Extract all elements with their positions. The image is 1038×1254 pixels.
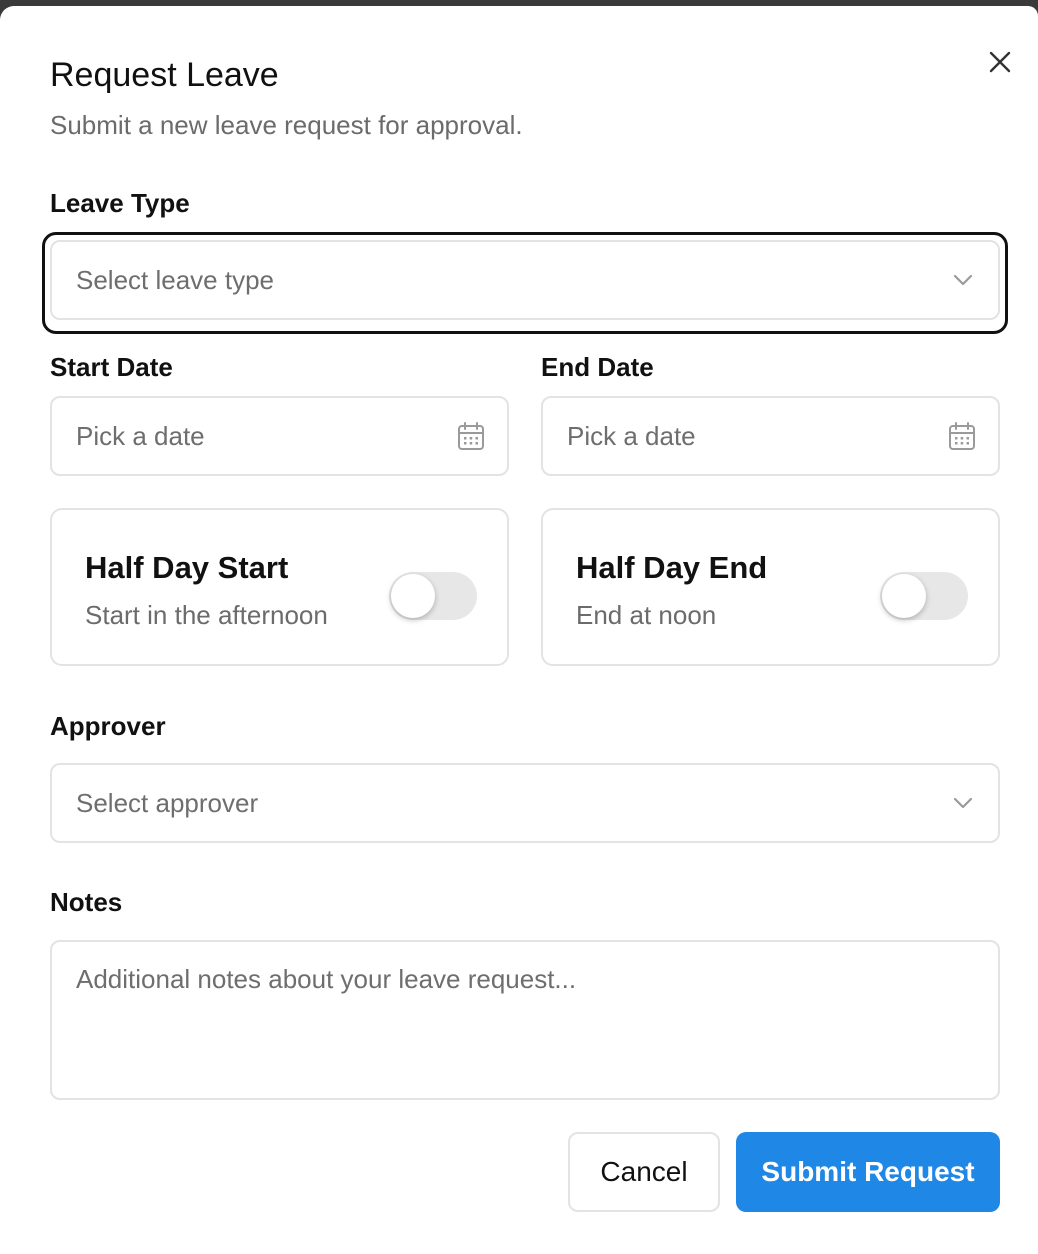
start-date-picker[interactable]: Pick a date — [50, 396, 509, 476]
toggle-knob — [391, 574, 435, 618]
notes-label: Notes — [50, 887, 123, 917]
leave-type-select[interactable]: Select leave type — [50, 240, 1000, 320]
close-icon — [989, 51, 1011, 73]
notes-textarea[interactable]: Additional notes about your leave reques… — [50, 940, 1000, 1100]
calendar-icon — [948, 421, 976, 451]
dialog-title: Request Leave — [50, 56, 279, 94]
half-day-end-description: End at noon — [576, 600, 717, 630]
leave-type-placeholder: Select leave type — [76, 264, 275, 295]
calendar-icon — [457, 421, 485, 451]
approver-label: Approver — [50, 711, 166, 741]
approver-select[interactable]: Select approver — [50, 763, 1000, 843]
leave-type-label: Leave Type — [50, 188, 190, 218]
half-day-start-card: Half Day Start Start in the afternoon — [50, 508, 509, 666]
notes-placeholder: Additional notes about your leave reques… — [76, 964, 577, 994]
submit-request-button[interactable]: Submit Request — [736, 1132, 1000, 1212]
end-date-picker[interactable]: Pick a date — [541, 396, 1000, 476]
request-leave-dialog: Request Leave Submit a new leave request… — [0, 6, 1038, 1254]
close-button[interactable] — [984, 46, 1016, 78]
start-date-label: Start Date — [50, 352, 173, 382]
cancel-button[interactable]: Cancel — [568, 1132, 720, 1212]
half-day-start-title: Half Day Start — [85, 550, 289, 585]
half-day-end-toggle[interactable] — [880, 572, 968, 620]
half-day-start-description: Start in the afternoon — [85, 600, 328, 630]
chevron-down-icon — [952, 273, 974, 287]
approver-placeholder: Select approver — [76, 787, 259, 818]
chevron-down-icon — [952, 796, 974, 810]
end-date-label: End Date — [541, 352, 654, 382]
half-day-end-title: Half Day End — [576, 550, 768, 585]
half-day-end-card: Half Day End End at noon — [541, 508, 1000, 666]
half-day-start-toggle[interactable] — [389, 572, 477, 620]
toggle-knob — [882, 574, 926, 618]
dialog-subtitle: Submit a new leave request for approval. — [50, 110, 523, 140]
end-date-placeholder: Pick a date — [567, 420, 696, 451]
start-date-placeholder: Pick a date — [76, 420, 205, 451]
